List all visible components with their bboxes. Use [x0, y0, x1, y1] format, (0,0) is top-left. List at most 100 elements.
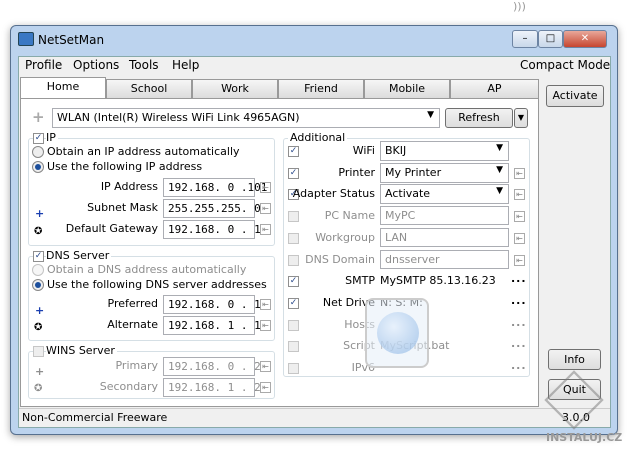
insert-icon[interactable]: ⇤ — [514, 189, 525, 201]
additional-label: Script — [343, 339, 375, 353]
add-icon[interactable]: + — [32, 108, 45, 126]
wifi-signal-icon[interactable]: ))) — [513, 0, 526, 13]
chevron-down-icon: ▼ — [427, 110, 434, 120]
more-button[interactable]: ... — [511, 272, 527, 285]
ip-auto-label: Obtain an IP address automatically — [47, 145, 240, 158]
options-icon[interactable]: ✪ — [34, 322, 42, 333]
info-button[interactable]: Info — [548, 349, 601, 370]
menu-options[interactable]: Options — [73, 58, 119, 72]
globe-icon — [365, 298, 429, 368]
refresh-button[interactable]: Refresh — [445, 108, 513, 128]
add-ip-icon[interactable]: + — [35, 207, 44, 220]
ip-title: IP — [46, 131, 58, 144]
more-button[interactable]: ... — [511, 359, 527, 372]
ip-auto-radio[interactable] — [32, 146, 44, 158]
insert-icon[interactable]: ⇤ — [260, 182, 271, 193]
menu-profile[interactable]: Profile — [25, 58, 62, 72]
insert-icon[interactable]: ⇤ — [514, 254, 525, 266]
ip-manual-radio[interactable] — [32, 161, 44, 173]
insert-icon[interactable]: ⇤ — [514, 232, 525, 244]
additional-field[interactable]: MyPC — [380, 206, 509, 226]
insert-icon[interactable]: ⇤ — [260, 382, 271, 393]
select-value: BKIJ — [385, 144, 407, 157]
tab-work[interactable]: Work — [192, 79, 278, 99]
app-icon — [18, 32, 34, 46]
alternate-dns-field[interactable]: 192.168. 1 . 1 — [163, 316, 261, 335]
additional-value: MySMTP 85.13.16.23 — [380, 274, 496, 288]
menu-help[interactable]: Help — [172, 58, 199, 72]
secondary-label: Secondary — [99, 380, 158, 393]
watermark-text: INSTALUJ.CZ — [546, 431, 623, 444]
wins-title: WINS Server — [46, 344, 117, 357]
more-button[interactable]: ... — [511, 337, 527, 350]
insert-icon[interactable]: ⇤ — [514, 211, 525, 223]
more-button[interactable]: ... — [511, 294, 527, 307]
additional-label: IPv6 — [351, 361, 375, 374]
alternate-label: Alternate — [107, 318, 158, 331]
insert-icon[interactable]: ⇤ — [260, 299, 271, 310]
insert-icon[interactable]: ⇤ — [260, 203, 271, 214]
dns-checkbox[interactable]: ✓ — [33, 251, 44, 262]
primary-label: Primary — [115, 359, 158, 372]
additional-label: PC Name — [324, 209, 375, 223]
options-icon[interactable]: ✪ — [34, 383, 42, 394]
select-value: Activate — [385, 187, 431, 201]
additional-label: Printer — [338, 165, 375, 179]
additional-label: Hosts — [344, 317, 375, 331]
ip-manual-label: Use the following IP address — [47, 160, 203, 173]
gateway-field[interactable]: 192.168. 0 . 1 — [163, 220, 261, 239]
tab-school[interactable]: School — [106, 79, 192, 99]
primary-wins-field[interactable]: 192.168. 0 . 2 — [163, 357, 261, 376]
refresh-dropdown[interactable]: ▼ — [514, 108, 528, 128]
maximize-button[interactable]: □ — [538, 30, 563, 48]
ip-address-label: IP Address — [100, 180, 158, 193]
preferred-dns-field[interactable]: 192.168. 0 . 1 — [163, 295, 261, 314]
gateway-label: Default Gateway — [65, 222, 158, 235]
additional-label: Workgroup — [315, 230, 375, 244]
chevron-down-icon: ▼ — [496, 143, 503, 153]
ip-checkbox[interactable]: ✓ — [33, 133, 44, 144]
insert-icon[interactable]: ⇤ — [260, 320, 271, 331]
ip-address-field[interactable]: 192.168. 0 .101 — [163, 178, 267, 197]
tab-home[interactable]: Home — [20, 77, 106, 99]
add-dns-icon[interactable]: + — [35, 304, 44, 317]
options-icon[interactable]: ✪ — [34, 226, 42, 237]
add-wins-icon[interactable]: + — [35, 365, 44, 378]
additional-select[interactable]: BKIJ ▼ — [380, 141, 509, 161]
adapter-select[interactable]: WLAN (Intel(R) Wireless WiFi Link 4965AG… — [52, 108, 440, 128]
activate-button[interactable]: Activate — [546, 85, 604, 107]
minimize-button[interactable]: – — [512, 30, 538, 48]
wins-checkbox[interactable] — [33, 346, 44, 357]
additional-label: DNS Domain — [305, 252, 375, 266]
dns-auto-label: Obtain a DNS address automatically — [47, 263, 247, 276]
insert-icon[interactable]: ⇤ — [514, 167, 525, 179]
secondary-wins-field[interactable]: 192.168. 1 . 2 — [163, 378, 261, 397]
tab-friend[interactable]: Friend — [278, 79, 364, 99]
insert-icon[interactable]: ⇤ — [260, 224, 271, 235]
dns-manual-radio[interactable] — [32, 279, 44, 291]
window-title: NetSetMan — [38, 33, 105, 47]
additional-field[interactable]: dnsserver — [380, 249, 509, 269]
additional-select[interactable]: My Printer ▼ — [380, 162, 509, 183]
additional-field[interactable]: LAN — [380, 227, 509, 247]
more-button[interactable]: ... — [511, 316, 527, 329]
additional-label: Net Drive — [322, 295, 375, 309]
dns-title: DNS Server — [46, 249, 112, 262]
tab-mobile[interactable]: Mobile — [364, 79, 450, 99]
subnet-mask-label: Subnet Mask — [87, 201, 158, 214]
subnet-mask-field[interactable]: 255.255.255. 0 — [163, 199, 261, 218]
close-button[interactable]: ✕ — [563, 30, 607, 48]
insert-icon[interactable]: ⇤ — [260, 361, 271, 372]
tab-ap[interactable]: AP — [450, 79, 539, 99]
chevron-down-icon: ▼ — [496, 186, 503, 197]
compact-mode-menu[interactable]: Compact Mode — [520, 58, 610, 72]
chevron-down-icon: ▼ — [496, 164, 503, 175]
additional-label: Adapter Status — [292, 187, 375, 201]
additional-select[interactable]: Activate ▼ — [380, 184, 509, 205]
license-text: Non-Commercial Freeware — [22, 411, 168, 424]
dns-manual-label: Use the following DNS server addresses — [47, 278, 267, 291]
dns-auto-radio[interactable] — [32, 264, 44, 276]
adapter-value: WLAN (Intel(R) Wireless WiFi Link 4965AG… — [57, 111, 300, 124]
menu-tools[interactable]: Tools — [129, 58, 159, 72]
select-value: My Printer — [385, 165, 442, 179]
